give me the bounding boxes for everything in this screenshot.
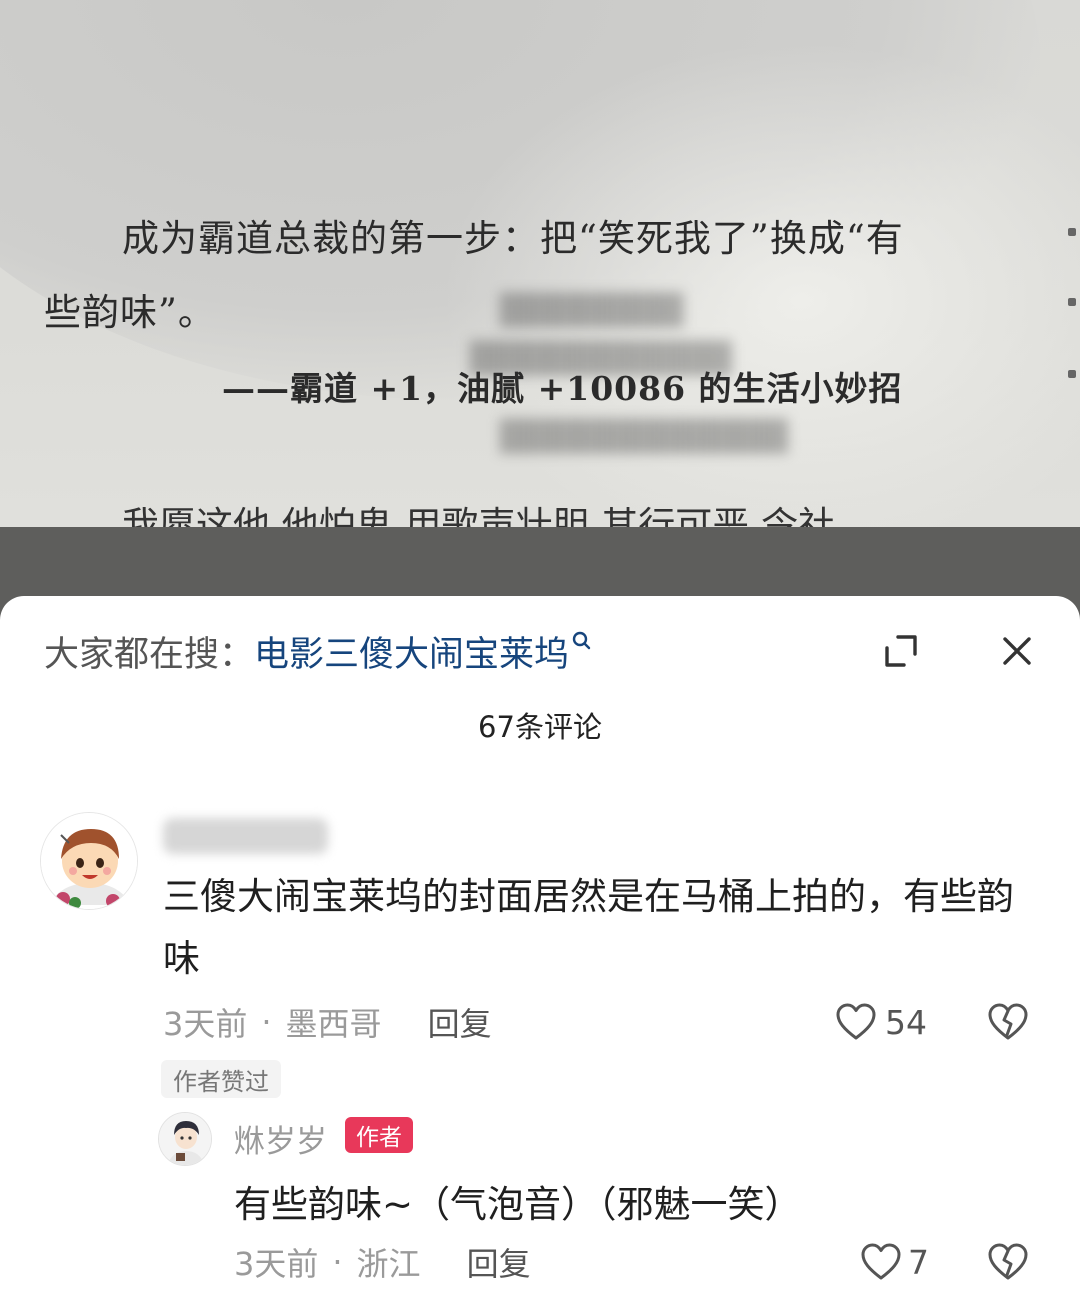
comment-count: 67条评论 — [478, 710, 602, 744]
meta-separator: · — [332, 1243, 343, 1281]
reply-like-button[interactable]: 7 — [860, 1240, 929, 1284]
comment-time: 3天前 — [163, 1005, 248, 1043]
avatar-anime-boy-icon — [159, 1113, 211, 1165]
reply-like-count: 7 — [908, 1242, 929, 1282]
reply-text: 有些韵味~（气泡音）（邪魅一笑） — [234, 1183, 802, 1226]
screen: ▇▇▇▇▇▇▇ ▇▇▇▇▇▇▇▇▇▇ ▇▇▇▇▇▇▇▇▇▇▇ 成为霸道总裁的第一… — [0, 0, 1080, 1297]
reply-username[interactable]: 烌岁岁 — [234, 1116, 327, 1161]
reply-location: 浙江 — [356, 1245, 421, 1283]
author-role-badge: 作者 — [345, 1117, 413, 1153]
search-icon — [572, 631, 591, 650]
edge-mark — [1068, 228, 1076, 236]
broken-heart-icon[interactable] — [987, 1002, 1029, 1042]
trending-search-term[interactable]: 电影三傻大闹宝莱坞 — [254, 626, 569, 677]
heart-icon — [861, 1243, 901, 1280]
meta-separator: · — [261, 1003, 272, 1041]
avatar[interactable] — [40, 812, 138, 910]
reply-avatar[interactable] — [158, 1112, 212, 1166]
reply-time: 3天前 — [234, 1245, 319, 1283]
avatar-cartoon-boy-icon — [41, 813, 137, 909]
comment-text: 三傻大闹宝莱坞的封面居然是在马桶上拍的，有些韵味 — [163, 875, 1014, 980]
username-blurred — [163, 818, 328, 854]
comment-location: 墨西哥 — [285, 1005, 382, 1043]
photo-blur-text: ▇▇▇▇▇▇▇▇▇▇▇ — [500, 414, 788, 454]
trending-search-prefix: 大家都在搜： — [44, 634, 255, 675]
book-text-cut-line: 我愿这他 他怕鬼 用歌声壮胆 其行可恶 令社 — [122, 504, 836, 527]
book-text-line-1: 成为霸道总裁的第一步：把“笑死我了”换成“有 — [122, 217, 904, 260]
comments-sheet: 大家都在搜： 电影三傻大闹宝莱坞 67条评论 三傻大闹宝莱坞的封面居然是在马桶上… — [0, 596, 1080, 1297]
book-text-line-3: ——霸道 +1，油腻 +10086 的生活小妙招 — [222, 369, 903, 408]
expand-icon[interactable] — [882, 632, 920, 670]
broken-heart-icon[interactable] — [987, 1242, 1029, 1282]
book-text-line-2: 些韵味”。 — [44, 291, 216, 334]
reply-meta: 3天前 · 浙江 回复 — [234, 1240, 531, 1284]
like-button[interactable]: 54 — [835, 1000, 927, 1044]
trending-search[interactable]: 大家都在搜： 电影三傻大闹宝莱坞 — [44, 626, 593, 676]
comment-meta: 3天前 · 墨西哥 回复 — [163, 1000, 492, 1044]
post-photo[interactable]: ▇▇▇▇▇▇▇ ▇▇▇▇▇▇▇▇▇▇ ▇▇▇▇▇▇▇▇▇▇▇ 成为霸道总裁的第一… — [0, 0, 1080, 527]
close-icon[interactable] — [1000, 634, 1034, 668]
heart-icon — [836, 1003, 876, 1040]
edge-mark — [1068, 370, 1076, 378]
author-liked-badge: 作者赞过 — [161, 1060, 281, 1098]
photo-blur-text: ▇▇▇▇▇▇▇ — [500, 288, 684, 328]
reply-button[interactable]: 回复 — [467, 1239, 531, 1285]
edge-mark — [1068, 298, 1076, 306]
like-count: 54 — [885, 1002, 927, 1042]
reply-button[interactable]: 回复 — [428, 999, 492, 1045]
